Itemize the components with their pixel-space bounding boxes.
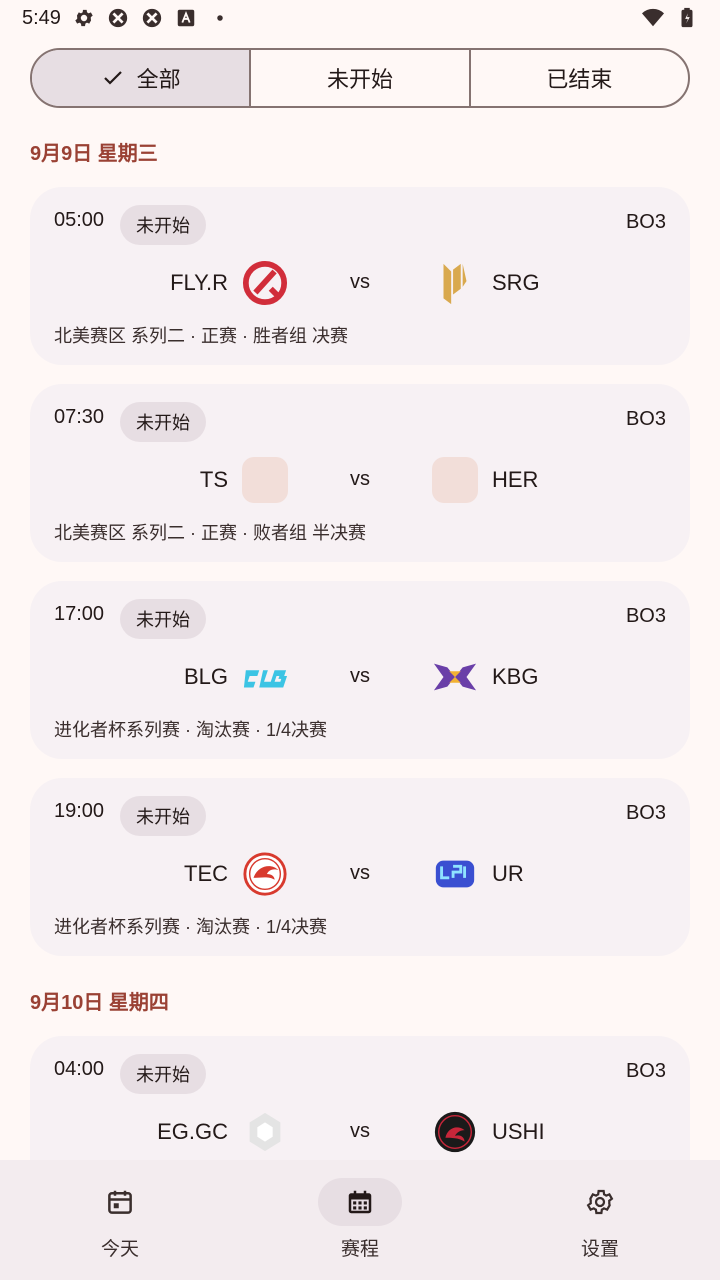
nav-pill bbox=[558, 1178, 642, 1226]
team-a: TS bbox=[200, 456, 288, 504]
date-header: 9月9日 星期三 bbox=[30, 143, 158, 165]
status-bar: 5:49 bbox=[0, 0, 720, 36]
team-a: BLG bbox=[184, 653, 288, 701]
app-icon bbox=[108, 8, 128, 28]
team-b: HER bbox=[432, 456, 538, 504]
match-description: 北美赛区 系列二 · 正赛 · 胜者组 决赛 bbox=[54, 326, 348, 346]
filter-segmented-control: 全部 未开始 已结束 bbox=[30, 48, 690, 108]
status-chip: 未开始 bbox=[120, 796, 206, 836]
team-a: EG.GC bbox=[157, 1108, 288, 1156]
match-time: 07:30 bbox=[54, 406, 105, 428]
team-a-name: BLG bbox=[183, 664, 228, 689]
match-card[interactable]: 19:00 未开始 BO3 TEC vs UR 进化者杯系列赛 · 淘汰赛 · … bbox=[30, 778, 690, 956]
vs-label: vs bbox=[350, 1120, 370, 1142]
nav-item-schedule[interactable]: 赛程 bbox=[240, 1160, 480, 1280]
team-b-logo-placeholder bbox=[432, 457, 478, 503]
segment-upcoming[interactable]: 未开始 bbox=[249, 50, 468, 106]
team-a-name: EG.GC bbox=[157, 1119, 228, 1144]
team-b-logo-icon bbox=[443, 263, 467, 305]
translate-icon bbox=[177, 9, 195, 27]
team-a-logo-icon bbox=[243, 852, 287, 896]
status-time: 5:49 bbox=[22, 6, 61, 29]
match-format: BO3 bbox=[625, 802, 666, 824]
nav-label: 今天 bbox=[100, 1239, 139, 1260]
team-a-name: FLY.R bbox=[170, 270, 228, 295]
nav-label: 赛程 bbox=[340, 1239, 379, 1260]
status-chip: 未开始 bbox=[120, 402, 206, 442]
team-b-name: KBG bbox=[492, 664, 539, 689]
team-b-logo-icon bbox=[434, 1111, 476, 1153]
status-chip: 未开始 bbox=[120, 1054, 206, 1094]
match-description: 进化者杯系列赛 · 淘汰赛 · 1/4决赛 bbox=[54, 917, 328, 937]
team-b-logo-icon bbox=[435, 860, 475, 888]
match-card[interactable]: 07:30 未开始 BO3 TS vs HER 北美赛区 系列二 · 正赛 · … bbox=[30, 384, 690, 562]
status-chip: 未开始 bbox=[120, 599, 206, 639]
team-b: SRG bbox=[432, 259, 540, 307]
team-b-logo-icon bbox=[433, 663, 477, 691]
segment-label: 全部 bbox=[136, 67, 181, 92]
vs-label: vs bbox=[350, 271, 370, 293]
vs-label: vs bbox=[350, 665, 370, 687]
match-card[interactable]: 17:00 未开始 BO3 BLG vs KBG 进化者杯系列赛 · 淘汰赛 ·… bbox=[30, 581, 690, 759]
match-time: 19:00 bbox=[54, 800, 105, 822]
app-icon bbox=[142, 8, 162, 28]
segment-label: 未开始 bbox=[326, 67, 393, 92]
nav-item-settings[interactable]: 设置 bbox=[480, 1160, 720, 1280]
date-header: 9月10日 星期四 bbox=[30, 992, 169, 1014]
match-time: 04:00 bbox=[54, 1058, 105, 1080]
bottom-navigation: 今天 赛程 设置 bbox=[0, 1160, 720, 1280]
settings-icon bbox=[75, 9, 93, 27]
match-time: 05:00 bbox=[54, 209, 105, 231]
team-a-name: TEC bbox=[184, 861, 228, 886]
team-b: USHI bbox=[432, 1108, 545, 1156]
dot-icon bbox=[217, 15, 223, 21]
match-time: 17:00 bbox=[54, 603, 105, 625]
team-a-logo-icon bbox=[242, 260, 288, 306]
calendar-today-icon bbox=[108, 1190, 132, 1214]
match-format: BO3 bbox=[625, 605, 666, 627]
battery-icon bbox=[681, 7, 693, 28]
team-b-name: USHI bbox=[492, 1119, 545, 1144]
nav-pill-active bbox=[318, 1178, 402, 1226]
team-a: FLY.R bbox=[170, 259, 288, 307]
match-format: BO3 bbox=[625, 408, 666, 430]
match-card[interactable]: 05:00 未开始 BO3 FLY.R vs SRG 北美赛区 系列二 · 正赛… bbox=[30, 187, 690, 365]
wifi-icon bbox=[642, 8, 664, 27]
nav-label: 设置 bbox=[580, 1239, 619, 1260]
match-description: 北美赛区 系列二 · 正赛 · 败者组 半决赛 bbox=[54, 523, 366, 543]
team-a-name: TS bbox=[199, 467, 228, 492]
vs-label: vs bbox=[350, 468, 370, 490]
nav-pill bbox=[78, 1178, 162, 1226]
nav-item-today[interactable]: 今天 bbox=[0, 1160, 240, 1280]
team-b-name: SRG bbox=[492, 270, 540, 295]
match-format: BO3 bbox=[625, 1060, 666, 1082]
match-format: BO3 bbox=[625, 211, 666, 233]
team-a-logo-icon bbox=[243, 670, 288, 688]
team-a-logo-icon bbox=[249, 1112, 281, 1152]
segment-all[interactable]: 全部 bbox=[32, 50, 250, 106]
gear-icon bbox=[586, 1189, 614, 1215]
vs-label: vs bbox=[350, 862, 370, 884]
team-b-name: UR bbox=[492, 861, 524, 886]
calendar-month-icon bbox=[348, 1190, 372, 1214]
team-b-name: HER bbox=[492, 467, 539, 492]
team-b: UR bbox=[432, 850, 524, 898]
team-a-logo-placeholder bbox=[242, 457, 288, 503]
match-description: 进化者杯系列赛 · 淘汰赛 · 1/4决赛 bbox=[54, 720, 328, 740]
check-icon bbox=[103, 71, 122, 85]
team-b: KBG bbox=[432, 653, 538, 701]
segment-label: 已结束 bbox=[546, 67, 613, 92]
status-chip: 未开始 bbox=[120, 205, 206, 245]
segment-finished[interactable]: 已结束 bbox=[468, 50, 688, 106]
team-a: TEC bbox=[184, 850, 288, 898]
